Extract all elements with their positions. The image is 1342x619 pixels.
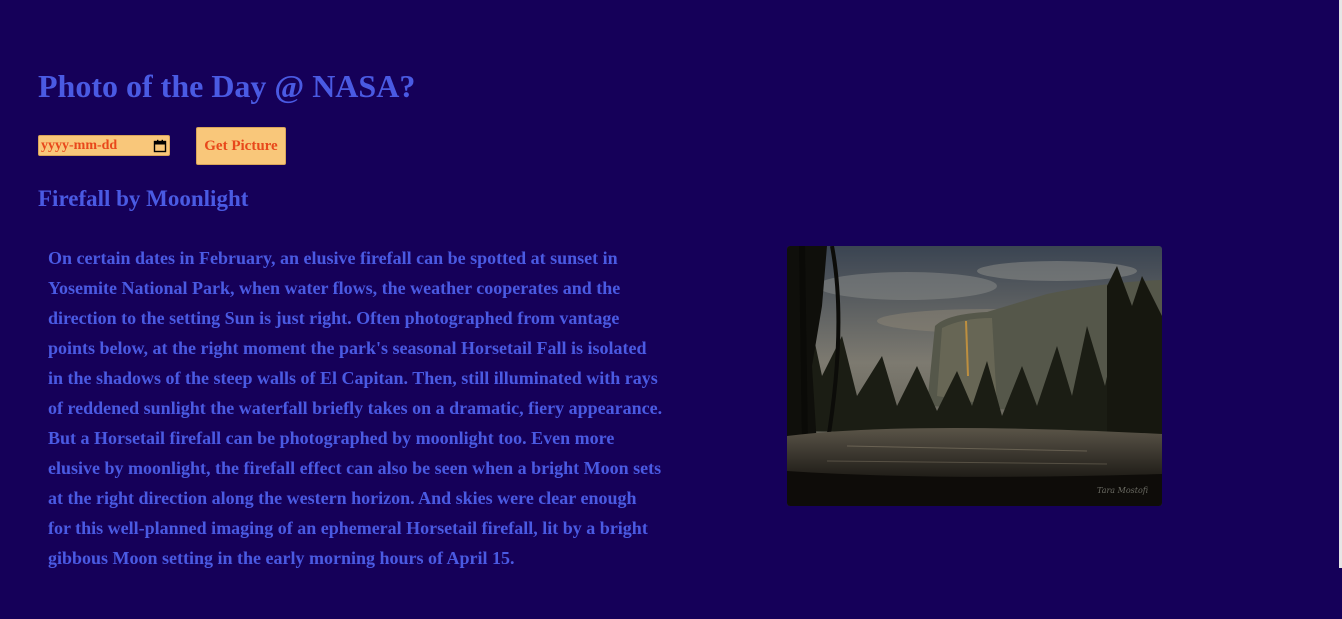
photo-title: Firefall by Moonlight xyxy=(38,186,249,211)
get-picture-button[interactable]: Get Picture xyxy=(196,127,286,165)
photo-credit: Tara Mostofi xyxy=(1097,486,1148,495)
calendar-icon[interactable] xyxy=(153,139,167,153)
date-input[interactable]: yyyy-mm-dd xyxy=(38,135,170,156)
photo-explanation: On certain dates in February, an elusive… xyxy=(48,248,663,568)
date-input-placeholder: yyyy-mm-dd xyxy=(41,138,118,153)
page: Photo of the Day @ NASA? yyyy-mm-dd Get … xyxy=(0,0,1342,619)
apod-photo: Tara Mostofi xyxy=(787,246,1162,506)
page-title: Photo of the Day @ NASA? xyxy=(38,68,416,104)
